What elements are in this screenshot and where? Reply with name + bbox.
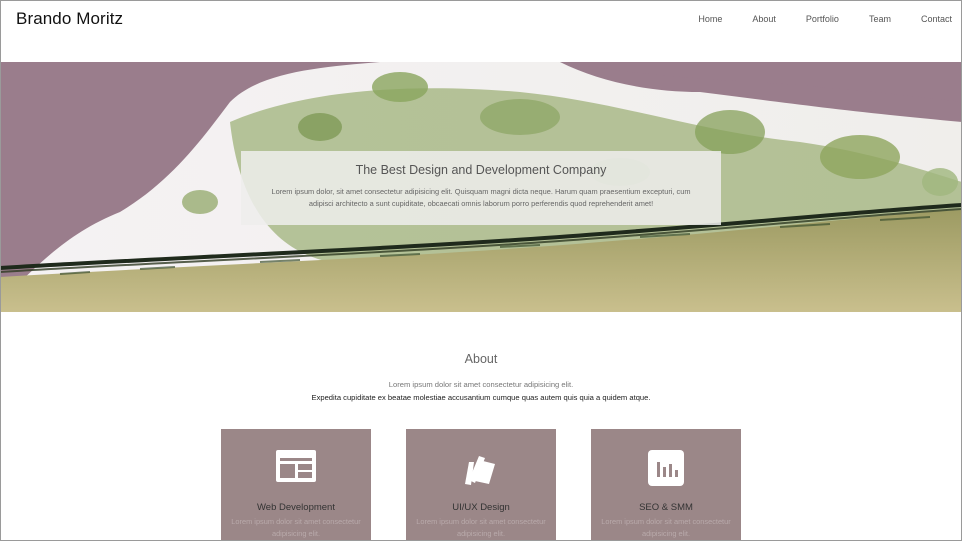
nav-about-link[interactable]: About [752, 14, 776, 24]
hero-title: The Best Design and Development Company [355, 163, 607, 177]
about-heading: About [464, 352, 498, 366]
hero-section: The Best Design and Development Company … [0, 62, 962, 312]
about-description: Expedita cupiditate ex beatae molestiae … [311, 393, 651, 402]
hero-caption-box: The Best Design and Development Company … [241, 151, 721, 225]
nav-portfolio-link[interactable]: Portfolio [806, 14, 839, 24]
about-subtitle: Lorem ipsum dolor sit amet consectetur a… [388, 380, 574, 389]
service-card-seo-smm[interactable]: SEO & SMM Lorem ipsum dolor sit amet con… [591, 429, 741, 541]
bar-chart-icon [648, 450, 684, 486]
nav-home-link[interactable]: Home [698, 14, 722, 24]
service-text: Lorem ipsum dolor sit amet consectetur a… [601, 517, 731, 538]
service-card-web-development[interactable]: Web Development Lorem ipsum dolor sit am… [221, 429, 371, 541]
site-header: Brando Moritz Home About Portfolio Team … [0, 0, 962, 62]
nav-contact-link[interactable]: Contact [921, 14, 952, 24]
swatches-icon [465, 456, 495, 485]
service-title: UI/UX Design [452, 502, 510, 513]
service-card-ui-ux-design[interactable]: UI/UX Design Lorem ipsum dolor sit amet … [406, 429, 556, 541]
service-text: Lorem ipsum dolor sit amet consectetur a… [231, 517, 361, 538]
hero-text: Lorem ipsum dolor, sit amet consectetur … [271, 187, 691, 208]
nav-team-link[interactable]: Team [869, 14, 891, 24]
brand-logo[interactable]: Brando Moritz [16, 9, 123, 29]
main-nav: Home About Portfolio Team Contact [668, 14, 952, 24]
service-title: SEO & SMM [639, 502, 693, 513]
service-text: Lorem ipsum dolor sit amet consectetur a… [416, 517, 546, 538]
web-layout-icon [276, 450, 316, 482]
service-title: Web Development [257, 502, 335, 513]
